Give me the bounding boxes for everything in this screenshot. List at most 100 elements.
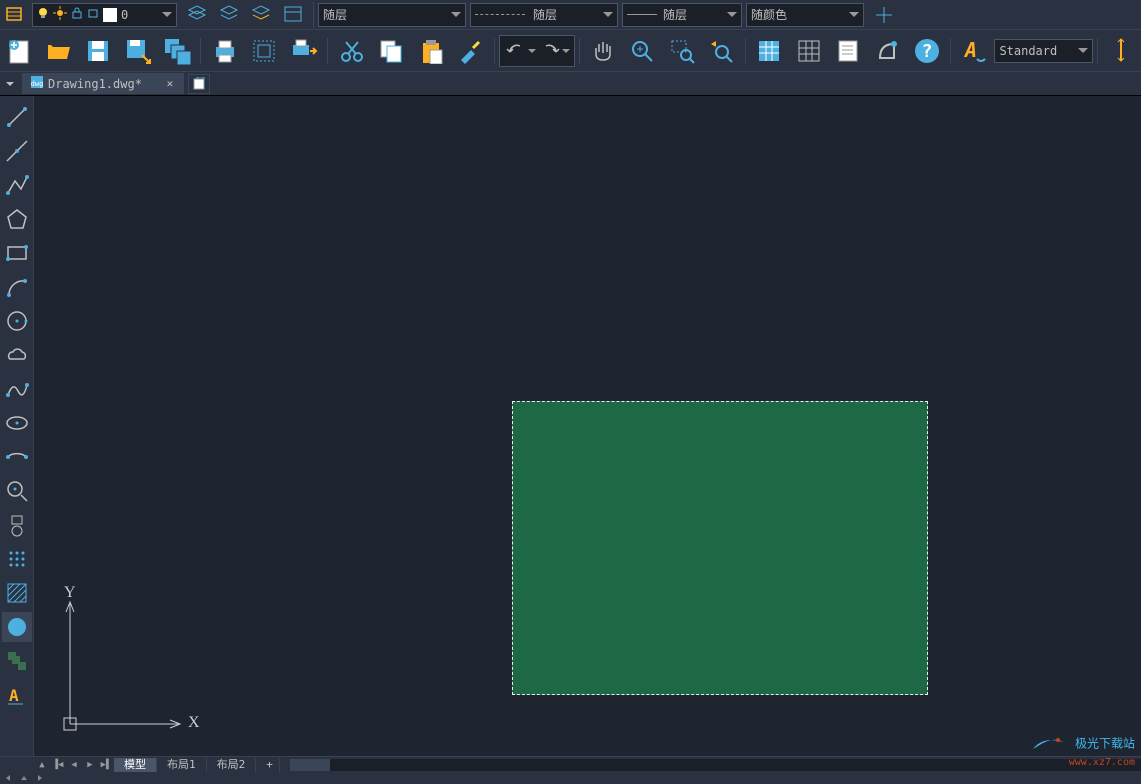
drawing-canvas[interactable]: Y X (34, 96, 1141, 756)
tabs-first[interactable]: ▐◀ (50, 758, 66, 772)
arc-tool[interactable] (2, 272, 32, 302)
table-button[interactable] (752, 33, 787, 69)
undo-redo-group (499, 35, 575, 67)
svg-text:A: A (9, 686, 19, 705)
new-button[interactable] (2, 33, 37, 69)
model-tab[interactable]: 模型 (114, 758, 157, 772)
print-preview-button[interactable] (247, 33, 282, 69)
region-tool[interactable] (2, 646, 32, 676)
layer-combo[interactable]: 0 (32, 3, 177, 27)
polyline-tool[interactable] (2, 170, 32, 200)
document-tab-bar: dwg Drawing1.dwg* ✕ (0, 72, 1141, 96)
text-style-combo[interactable]: Standard (994, 39, 1092, 63)
point-tool[interactable] (2, 544, 32, 574)
undo-dropdown-icon[interactable] (528, 49, 536, 53)
tabs-scroll-up[interactable]: ▲ (34, 758, 50, 772)
status-arrow-left[interactable] (0, 772, 16, 784)
chevron-down-icon (162, 12, 172, 17)
copy-button[interactable] (374, 33, 409, 69)
plotstyle-text: 随层 (663, 6, 687, 23)
publish-button[interactable] (286, 33, 321, 69)
design-center-button[interactable] (870, 33, 905, 69)
cut-button[interactable] (334, 33, 369, 69)
linetype-text: 随层 (323, 6, 347, 23)
chevron-down-icon (1078, 48, 1088, 53)
tabs-last[interactable]: ▶▌ (98, 758, 114, 772)
polygon-tool[interactable] (2, 204, 32, 234)
dimension-icon[interactable] (1104, 33, 1139, 69)
file-tab-name: Drawing1.dwg* (48, 77, 142, 91)
file-tab-active[interactable]: dwg Drawing1.dwg* ✕ (22, 73, 184, 94)
dwg-icon: dwg (30, 75, 44, 92)
make-block-tool[interactable] (2, 510, 32, 540)
spline-tool[interactable] (2, 374, 32, 404)
zoom-realtime-button[interactable] (625, 33, 660, 69)
rectangle-tool[interactable] (2, 238, 32, 268)
ellipse-arc-tool[interactable] (2, 442, 32, 472)
plot-icon (87, 7, 99, 22)
properties-extra-icon[interactable] (870, 1, 898, 29)
print-button[interactable] (207, 33, 242, 69)
layout-tab-bar: ▲ ▐◀ ◀ ▶ ▶▌ 模型 布局1 布局2 + (0, 756, 1141, 772)
scrollbar-thumb[interactable] (290, 759, 330, 771)
text-style-icon[interactable]: A (957, 33, 992, 69)
watermark: 极光下载站 www.xz7.com (1028, 734, 1135, 770)
chevron-down-icon (849, 12, 859, 17)
revision-cloud-tool[interactable] (2, 340, 32, 370)
open-button[interactable] (41, 33, 76, 69)
mtext-tool[interactable]: A (2, 680, 32, 710)
gradient-tool[interactable] (2, 612, 32, 642)
layer-states-icon[interactable] (183, 1, 211, 29)
lineweight-preview (475, 14, 525, 15)
saveas-button[interactable] (120, 33, 155, 69)
color-combo[interactable]: 随颜色 (746, 3, 864, 27)
horizontal-scrollbar[interactable] (290, 759, 1141, 771)
status-arrow-right[interactable] (32, 772, 48, 784)
grid-button[interactable] (791, 33, 826, 69)
lineweight-text: 随层 (533, 6, 557, 23)
watermark-line1: 极光下载站 (1075, 737, 1135, 751)
insert-block-tool[interactable] (2, 476, 32, 506)
layout2-tab[interactable]: 布局2 (207, 758, 257, 772)
layer-walk-icon[interactable] (247, 1, 275, 29)
ucs-icon: Y X (48, 584, 208, 744)
plotstyle-combo[interactable]: 随层 (622, 3, 742, 27)
layer-isolate-icon[interactable] (279, 1, 307, 29)
properties-panel-button[interactable] (830, 33, 865, 69)
ellipse-tool[interactable] (2, 408, 32, 438)
tab-list-dropdown[interactable] (0, 73, 20, 95)
status-up[interactable] (16, 772, 32, 784)
paste-button[interactable] (413, 33, 448, 69)
redo-button[interactable] (538, 37, 562, 65)
save-button[interactable] (81, 33, 116, 69)
zoom-previous-button[interactable] (703, 33, 738, 69)
linetype-combo[interactable]: 随层 (318, 3, 466, 27)
help-button[interactable]: ? (909, 33, 944, 69)
undo-button[interactable] (504, 37, 528, 65)
new-tab-button[interactable] (188, 74, 210, 94)
ucs-y-label: Y (64, 584, 76, 602)
pan-button[interactable] (586, 33, 621, 69)
layer-previous-icon[interactable] (215, 1, 243, 29)
line-tool[interactable] (2, 102, 32, 132)
status-bar (0, 772, 1141, 784)
layer-properties-toolbar: 0 随层 随层 随层 随颜色 (0, 0, 1141, 30)
hatch-tool[interactable] (2, 578, 32, 608)
lineweight-combo[interactable]: 随层 (470, 3, 618, 27)
construction-line-tool[interactable] (2, 136, 32, 166)
match-properties-button[interactable] (452, 33, 487, 69)
layer-properties-manager-icon[interactable] (2, 1, 30, 29)
redo-dropdown-icon[interactable] (562, 49, 570, 53)
add-layout-tab[interactable]: + (256, 758, 280, 772)
selection-window (512, 401, 928, 695)
zoom-window-button[interactable] (664, 33, 699, 69)
ucs-x-label: X (188, 714, 200, 732)
layout1-tab[interactable]: 布局1 (157, 758, 207, 772)
tabs-prev[interactable]: ◀ (66, 758, 82, 772)
sun-icon (53, 6, 67, 23)
circle-tool[interactable] (2, 306, 32, 336)
layer-color-swatch (103, 8, 117, 22)
saveall-button[interactable] (159, 33, 194, 69)
close-tab-icon[interactable]: ✕ (164, 78, 176, 90)
tabs-next[interactable]: ▶ (82, 758, 98, 772)
